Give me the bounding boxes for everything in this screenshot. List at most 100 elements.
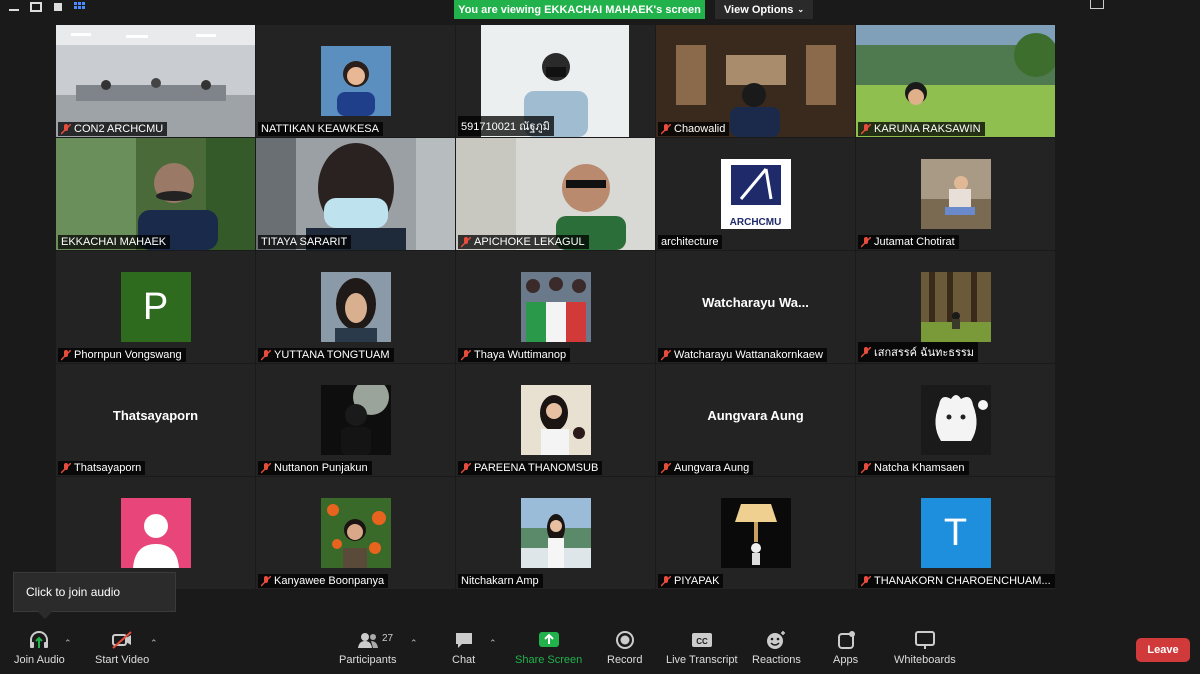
live-transcript-label: Live Transcript [666, 654, 738, 666]
mic-muted-icon [261, 575, 271, 587]
participant-tile[interactable]: CON2 ARCHCMU [56, 25, 255, 137]
participant-name: Kanyawee Boonpanya [274, 575, 385, 587]
participant-tile[interactable]: ARCHCMU architecture [656, 138, 855, 250]
mic-muted-icon [261, 349, 271, 361]
participant-tile[interactable]: Kanyawee Boonpanya [256, 477, 455, 589]
video-feed [856, 25, 1055, 137]
audio-options-caret[interactable]: ⌃ [64, 638, 72, 649]
name-tag: PIYAPAK [658, 574, 724, 588]
apps-button[interactable]: Apps [833, 630, 858, 666]
participant-tile-active-speaker[interactable]: EKKACHAI MAHAEK [56, 138, 255, 250]
closed-captions-icon: CC [691, 633, 712, 647]
participant-tile[interactable]: PIYAPAK [656, 477, 855, 589]
participant-name: Nuttanon Punjakun [274, 462, 368, 474]
view-options-button[interactable]: View Options ⌄ [715, 0, 813, 19]
participant-tile[interactable]: PAREENA THANOMSUB [456, 364, 655, 476]
start-video-label: Start Video [95, 654, 150, 666]
reactions-icon [767, 631, 786, 649]
video-feed [56, 25, 255, 137]
participant-name: Jutamat Chotirat [874, 236, 955, 248]
participant-tile[interactable]: TITAYA SARARIT [256, 138, 455, 250]
video-feed [256, 138, 455, 250]
fullscreen-icon[interactable] [1090, 0, 1104, 9]
minimize-icon[interactable] [8, 2, 20, 12]
record-button[interactable]: Record [607, 630, 642, 666]
share-screen-label: Share Screen [515, 654, 583, 666]
mic-muted-icon [861, 236, 871, 248]
name-tag: Aungvara Aung [658, 461, 754, 475]
participant-name: architecture [661, 236, 719, 248]
mic-muted-icon [861, 575, 871, 587]
live-transcript-button[interactable]: CC Live Transcript [666, 630, 738, 666]
profile-photo [520, 385, 591, 455]
participant-tile[interactable]: T THANAKORN CHAROENCHUAM... [856, 477, 1055, 589]
name-tag: เสกสรรค์ ฉันทะธรรม [858, 342, 979, 362]
participant-tile[interactable]: Jutamat Chotirat [856, 138, 1055, 250]
participant-tile[interactable]: Thaya Wuttimanop [456, 251, 655, 363]
whiteboards-button[interactable]: Whiteboards [894, 630, 956, 666]
avatar-letter: T [920, 498, 991, 568]
participant-tile[interactable]: Nitchakarn Amp [456, 477, 655, 589]
close-icon[interactable] [52, 2, 64, 12]
participant-tile[interactable]: Nuttanon Punjakun [256, 364, 455, 476]
participant-name: PAREENA THANOMSUB [474, 462, 599, 474]
chat-icon [455, 633, 472, 648]
participant-name: NATTIKAN KEAWKESA [261, 123, 379, 135]
participant-tile[interactable]: KARUNA RAKSAWIN [856, 25, 1055, 137]
reactions-label: Reactions [752, 654, 801, 666]
participant-tile[interactable]: YUTTANA TONGTUAM [256, 251, 455, 363]
meeting-toolbar: Join Audio ⌃ Start Video ⌃ Participants … [0, 626, 1200, 674]
name-tag: KARUNA RAKSAWIN [858, 122, 985, 136]
start-video-button[interactable]: Start Video [95, 630, 149, 666]
viewing-banner: You are viewing EKKACHAI MAHAEK's screen [454, 0, 705, 19]
share-screen-icon [538, 632, 559, 647]
name-tag: YUTTANA TONGTUAM [258, 348, 394, 362]
participant-tile[interactable]: P Phornpun Vongswang [56, 251, 255, 363]
tooltip-caret [37, 604, 53, 620]
name-tag: Thatsayaporn [58, 461, 146, 475]
view-options-label: View Options [723, 3, 794, 16]
name-tag: Chaowalid [658, 122, 730, 136]
restore-icon[interactable] [30, 2, 42, 12]
participant-tile[interactable]: Chaowalid [656, 25, 855, 137]
video-feed [656, 25, 855, 137]
name-tag: PAREENA THANOMSUB [458, 461, 603, 475]
mic-muted-icon [861, 462, 871, 474]
participant-tile[interactable]: Watcharayu Wa... Watcharayu Wattanakornk… [656, 251, 855, 363]
participant-tile[interactable]: เสกสรรค์ ฉันทะธรรม [856, 251, 1055, 363]
participant-tile[interactable]: Thatsayaporn Thatsayaporn [56, 364, 255, 476]
participant-tile[interactable]: 591710021 ณัฐภูมิ [456, 25, 655, 137]
participants-options-caret[interactable]: ⌃ [410, 638, 418, 649]
display-name: Aungvara Aung [707, 408, 804, 423]
name-tag: EKKACHAI MAHAEK [58, 235, 171, 249]
share-screen-button[interactable]: Share Screen [515, 630, 582, 666]
chat-options-caret[interactable]: ⌃ [489, 638, 497, 649]
join-audio-label: Join Audio [14, 654, 65, 666]
mic-muted-icon [461, 462, 471, 474]
video-options-caret[interactable]: ⌃ [150, 638, 158, 649]
participants-icon [357, 633, 378, 648]
whiteboards-label: Whiteboards [894, 654, 956, 666]
participant-name: Nitchakarn Amp [461, 575, 539, 587]
reactions-button[interactable]: Reactions [752, 630, 801, 666]
profile-photo [520, 498, 591, 568]
name-tag: Kanyawee Boonpanya [258, 574, 389, 588]
mic-muted-icon [861, 346, 871, 358]
participant-tile[interactable]: Natcha Khamsaen [856, 364, 1055, 476]
video-off-icon [112, 631, 132, 649]
leave-button[interactable]: Leave [1136, 638, 1190, 662]
profile-photo [920, 272, 991, 342]
participant-name: APICHOKE LEKAGUL [474, 236, 585, 248]
join-audio-button[interactable]: Join Audio [14, 630, 65, 666]
participant-tile[interactable]: APICHOKE LEKAGUL [456, 138, 655, 250]
participant-name: Aungvara Aung [674, 462, 750, 474]
avatar-letter: P [120, 272, 191, 342]
participant-name: 591710021 ณัฐภูมิ [461, 121, 550, 133]
participant-tile[interactable]: Aungvara Aung Aungvara Aung [656, 364, 855, 476]
chat-button[interactable]: Chat [452, 630, 475, 666]
participant-tile[interactable]: NATTIKAN KEAWKESA [256, 25, 455, 137]
profile-photo [320, 498, 391, 568]
gallery-view-icon[interactable] [74, 2, 86, 12]
name-tag: Thaya Wuttimanop [458, 348, 571, 362]
profile-photo [920, 385, 991, 455]
